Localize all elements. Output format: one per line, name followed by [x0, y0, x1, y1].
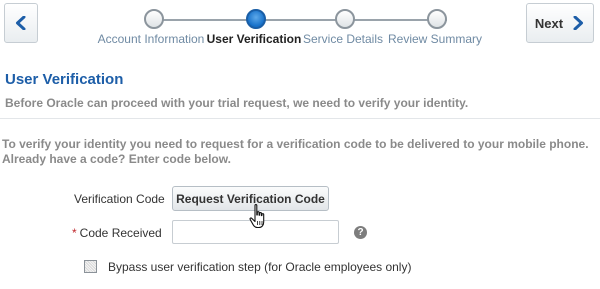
train-stop-account-information[interactable] — [144, 9, 164, 29]
instructions: To verify your identity you need to requ… — [2, 137, 589, 167]
train-connector — [155, 19, 447, 21]
help-icon[interactable]: ? — [354, 226, 367, 239]
previous-button[interactable] — [4, 3, 38, 43]
code-received-label: * Code Received — [72, 226, 162, 240]
train-stop-review-summary — [427, 9, 447, 29]
verification-code-label: Verification Code — [74, 192, 165, 206]
next-button-label: Next — [534, 15, 564, 31]
instructions-line-1: To verify your identity you need to requ… — [2, 137, 589, 151]
bypass-verification-checkbox[interactable] — [84, 260, 97, 273]
page-title: User Verification — [5, 71, 124, 88]
train-label-user-verification: User Verification — [206, 32, 302, 46]
chevron-right-icon — [573, 16, 584, 30]
section-divider — [0, 118, 600, 119]
next-button[interactable]: Next — [526, 3, 594, 43]
train-stop-service-details — [335, 9, 355, 29]
required-marker: * — [72, 226, 77, 240]
bypass-verification-label[interactable]: Bypass user verification step (for Oracl… — [108, 260, 411, 274]
train-label-review-summary: Review Summary — [387, 32, 483, 46]
chevron-left-icon — [16, 16, 26, 30]
code-received-label-text: Code Received — [79, 226, 162, 240]
hand-pointer-icon — [249, 204, 265, 229]
progress-train: Account Information User Verification Se… — [98, 7, 484, 47]
page-subtitle: Before Oracle can proceed with your tria… — [5, 96, 469, 110]
instructions-line-2: Already have a code? Enter code below. — [2, 152, 231, 166]
train-label-account-information[interactable]: Account Information — [98, 32, 205, 46]
train-stop-user-verification — [246, 9, 266, 29]
train-label-service-details: Service Details — [302, 32, 384, 46]
